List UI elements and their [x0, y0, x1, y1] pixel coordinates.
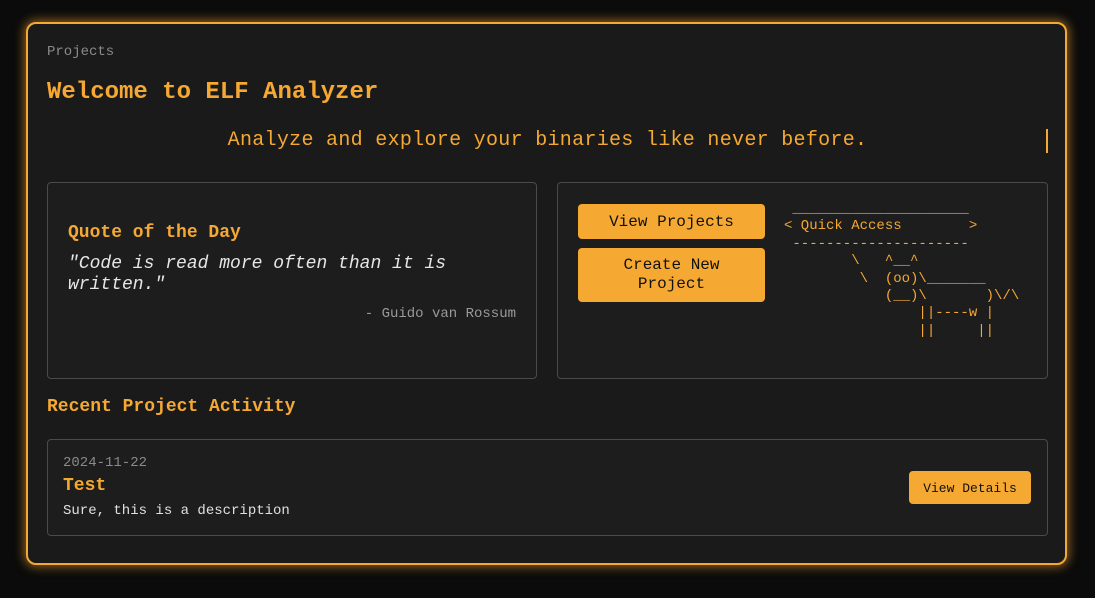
- page-title: Welcome to ELF Analyzer: [47, 79, 379, 106]
- activity-project-name: Test: [63, 476, 107, 496]
- quote-heading: Quote of the Day: [68, 223, 241, 243]
- tagline: Analyze and explore your binaries like n…: [227, 129, 868, 152]
- view-projects-button[interactable]: View Projects: [578, 204, 765, 239]
- quick-access-card: View Projects Create New Project _______…: [557, 182, 1048, 379]
- main-panel: Projects Welcome to ELF Analyzer Analyze…: [26, 22, 1067, 565]
- typing-cursor: [1046, 129, 1048, 153]
- activity-date: 2024-11-22: [63, 455, 148, 471]
- quote-text: "Code is read more often than it is writ…: [68, 254, 447, 295]
- recent-activity-heading: Recent Project Activity: [47, 397, 296, 417]
- create-project-button[interactable]: Create New Project: [578, 248, 765, 302]
- view-details-button[interactable]: View Details: [909, 471, 1031, 504]
- activity-description: Sure, this is a description: [63, 503, 290, 519]
- quote-author: - Guido van Rossum: [364, 306, 516, 322]
- activity-item: 2024-11-22 Test Sure, this is a descript…: [47, 439, 1048, 536]
- quote-card: Quote of the Day "Code is read more ofte…: [47, 182, 537, 379]
- quick-access-cowsay-art: _____________________ < Quick Access > -…: [784, 201, 1020, 339]
- breadcrumb[interactable]: Projects: [47, 44, 114, 60]
- tagline-row: Analyze and explore your binaries like n…: [47, 129, 1048, 153]
